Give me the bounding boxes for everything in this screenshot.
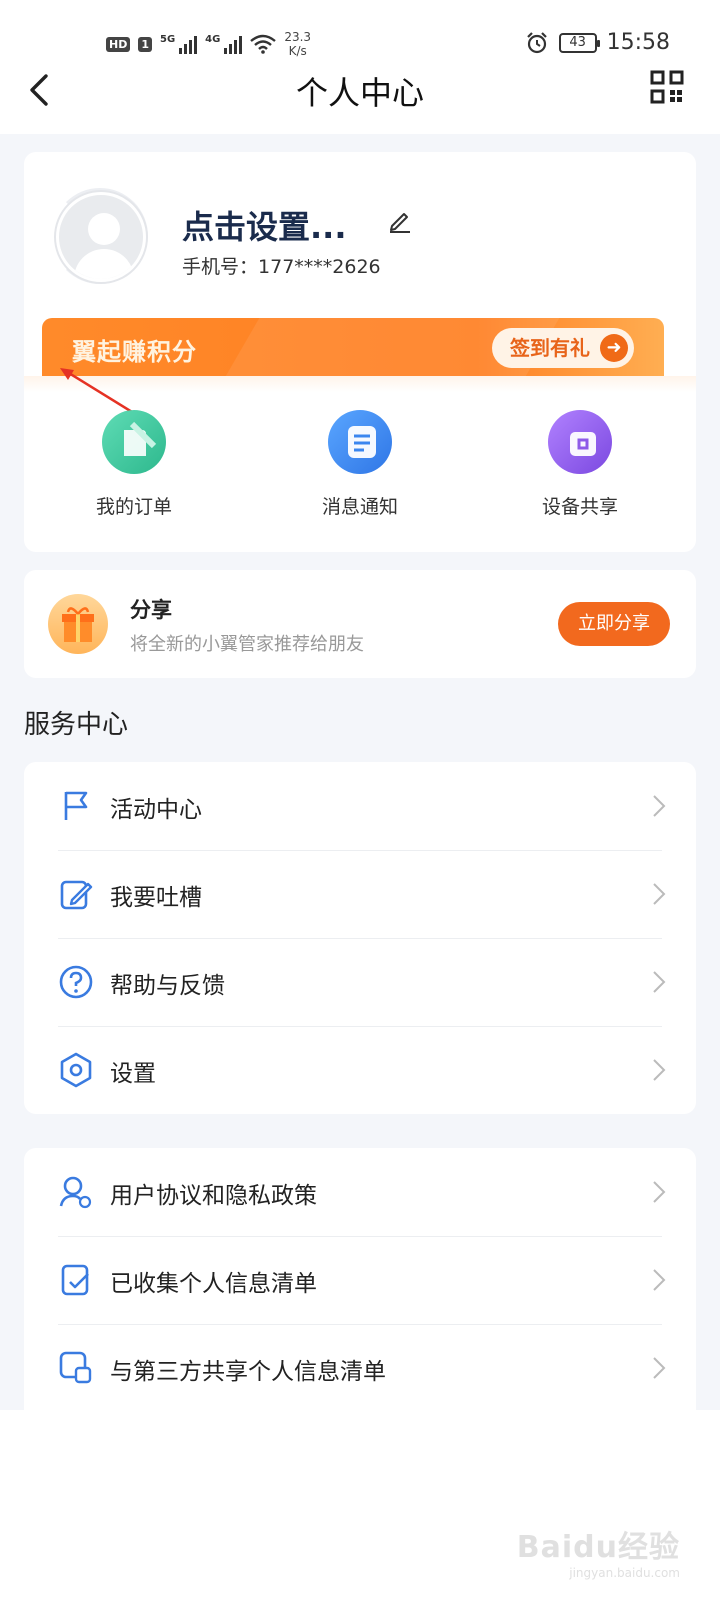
service-center-list: 活动中心 我要吐槽 帮助与反馈 设置 [24,762,696,1114]
quick-action-label: 设备共享 [541,496,618,518]
checkin-button[interactable]: 签到有礼 ➜ [492,328,634,368]
watermark-main: Baidu经验 [516,1530,680,1565]
net-5g-label: 5G [160,34,176,45]
menu-item-help-feedback[interactable]: 帮助与反馈 [24,938,696,1026]
net-speed: 23.3 K/s [284,30,311,58]
avatar-head [88,213,120,245]
checkin-label: 签到有礼 [510,336,590,360]
share-now-button[interactable]: 立即分享 [558,602,670,646]
battery-icon: 43 [558,32,600,53]
net-speed-value: 23.3 [284,30,312,44]
phone-label: 手机号： [182,256,259,278]
status-right: 43 15:58 [525,30,670,55]
phone-number: 177****2626 [258,256,381,278]
watermark-sub: jingyan.baidu.com [569,1566,680,1580]
menu-item-collected-info[interactable]: 已收集个人信息清单 [24,1236,696,1324]
feedback-edit-icon [60,880,93,910]
chevron-right-icon [653,971,666,993]
quick-action-messages[interactable]: 消息通知 [280,410,440,519]
phone-row: 手机号：177****2626 [182,252,381,279]
share-title: 分享 [130,598,172,622]
device-share-icon [548,410,612,474]
arrow-right-icon: ➜ [600,334,628,362]
gift-icon [48,594,108,654]
page-title: 个人中心 [295,74,424,112]
avatar[interactable] [56,192,146,282]
alarm-icon [526,31,547,53]
chevron-right-icon [653,1181,666,1203]
menu-item-third-party-share[interactable]: 与第三方共享个人信息清单 [24,1324,696,1412]
quick-actions: 我的订单 消息通知 设备共享 [24,410,696,530]
legal-list: 用户协议和隐私政策 已收集个人信息清单 与第三方共享个人信息清单 [24,1148,696,1410]
quick-action-label: 我的订单 [95,496,172,518]
third-party-share-icon [59,1351,92,1384]
wifi-icon [250,34,277,54]
status-bar: HD 1 5G 4G 23.3 K/s 43 15:58 [0,0,720,66]
menu-item-label: 我要吐槽 [110,885,202,911]
edit-pencil-icon[interactable] [386,206,414,234]
share-card[interactable]: 分享 将全新的小翼管家推荐给朋友 立即分享 [24,570,696,678]
sim-badge: 1 [138,36,152,52]
flag-icon [64,791,88,820]
nav-bar: 个人中心 [0,66,720,134]
menu-item-user-agreement[interactable]: 用户协议和隐私政策 [24,1148,696,1236]
profile-card: 点击设置... 手机号：177****2626 翼起赚积分 签到有礼 ➜ 我的订… [24,152,696,552]
back-button[interactable] [22,70,62,110]
help-icon [59,965,93,999]
message-icon [328,410,392,474]
signal-4g-icon: 4G [205,34,243,54]
quick-action-device-share[interactable]: 设备共享 [500,410,660,519]
avatar-body [74,249,134,279]
menu-item-complaints[interactable]: 我要吐槽 [24,850,696,938]
clock: 15:58 [606,30,670,55]
user-agreement-icon [59,1176,92,1209]
user-name[interactable]: 点击设置... [182,202,346,248]
menu-item-label: 设置 [110,1061,156,1087]
status-left: HD 1 5G 4G 23.3 K/s [106,30,311,58]
watermark: Baidu经验 jingyan.baidu.com [517,1522,680,1580]
quick-action-label: 消息通知 [321,496,398,518]
chevron-right-icon [653,883,666,905]
menu-item-label: 帮助与反馈 [110,973,225,999]
settings-icon [60,1052,92,1088]
signal-5g-icon: 5G [160,34,198,54]
net-4g-label: 4G [205,34,221,45]
collected-info-icon [61,1264,89,1296]
chevron-left-icon [30,74,48,106]
service-center-title: 服务中心 [24,710,129,740]
menu-item-label: 已收集个人信息清单 [110,1271,317,1297]
chevron-right-icon [653,1059,666,1081]
chevron-right-icon [653,795,666,817]
menu-item-label: 用户协议和隐私政策 [110,1183,317,1209]
menu-item-activity-center[interactable]: 活动中心 [24,762,696,850]
order-icon [102,410,166,474]
chevron-right-icon [653,1357,666,1379]
hd-badge: HD [106,36,131,52]
main-content: 点击设置... 手机号：177****2626 翼起赚积分 签到有礼 ➜ 我的订… [0,134,720,1410]
menu-item-label: 活动中心 [110,797,202,823]
net-speed-unit: K/s [288,44,307,58]
menu-item-settings[interactable]: 设置 [24,1026,696,1114]
qr-code-button[interactable] [650,70,684,104]
quick-action-orders[interactable]: 我的订单 [54,410,214,519]
menu-item-label: 与第三方共享个人信息清单 [110,1359,386,1385]
share-subtitle: 将全新的小翼管家推荐给朋友 [130,634,364,655]
chevron-right-icon [653,1269,666,1291]
